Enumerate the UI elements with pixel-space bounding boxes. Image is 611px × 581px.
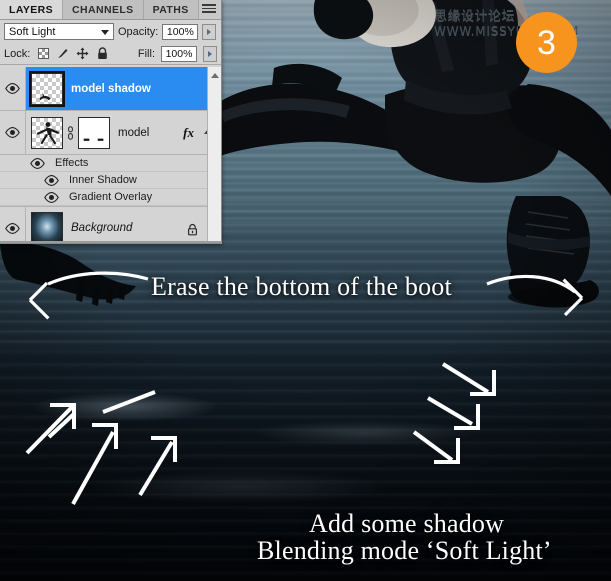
layer-row-background[interactable]: Background bbox=[0, 206, 221, 243]
arrows-down-right bbox=[412, 362, 496, 464]
curved-arrow-left-head bbox=[28, 281, 50, 320]
arrow-down-right-3-shaft bbox=[412, 430, 454, 462]
layer-thumbnail[interactable] bbox=[31, 212, 63, 243]
eye-icon bbox=[5, 222, 20, 234]
panel-menu-icon[interactable] bbox=[202, 4, 216, 16]
layer-row-model[interactable]: model fx bbox=[0, 111, 221, 155]
opacity-label: Opacity: bbox=[118, 25, 159, 38]
eye-icon[interactable] bbox=[30, 157, 45, 169]
layer-row-model-shadow[interactable]: model shadow bbox=[0, 67, 221, 111]
annotation-erase-boot: Erase the bottom of the boot bbox=[151, 272, 452, 301]
annotation-blending-mode: Blending mode ‘Soft Light’ bbox=[257, 536, 552, 565]
fill-stepper[interactable] bbox=[203, 45, 217, 62]
arrow-down-right-2-shaft bbox=[426, 396, 474, 426]
arrow-up-right-3-shaft bbox=[102, 390, 156, 414]
blend-mode-select[interactable]: Soft Light bbox=[4, 23, 114, 40]
padlock-icon bbox=[187, 223, 198, 236]
fill-label: Fill: bbox=[137, 47, 155, 60]
effect-row-gradient-overlay[interactable]: Gradient Overlay bbox=[0, 189, 221, 206]
opacity-stepper[interactable] bbox=[202, 23, 217, 40]
arrows-up-right bbox=[25, 390, 177, 505]
screenshot-stage: Erase the bottom of the boot Add some sh… bbox=[0, 0, 611, 581]
step-number-badge: 3 bbox=[516, 12, 577, 73]
lock-all-icon[interactable] bbox=[96, 47, 109, 60]
layer-visibility-toggle[interactable] bbox=[0, 111, 26, 154]
layer-visibility-toggle[interactable] bbox=[0, 67, 26, 110]
layer-name: Background bbox=[71, 222, 133, 234]
effect-label: Gradient Overlay bbox=[69, 191, 153, 203]
lock-label: Lock: bbox=[4, 47, 31, 60]
layer-list[interactable]: model shadow model fx Effects Inner Shad… bbox=[0, 67, 221, 243]
eye-icon[interactable] bbox=[44, 191, 59, 203]
effects-group-row[interactable]: Effects bbox=[0, 155, 221, 172]
lock-row: Lock: Fill: 100% bbox=[0, 43, 221, 65]
arrow-up-right-1-shaft bbox=[25, 405, 74, 455]
panel-tabbar: LAYERS CHANNELS PATHS bbox=[0, 0, 221, 20]
tab-layers[interactable]: LAYERS bbox=[0, 0, 64, 19]
effect-row-inner-shadow[interactable]: Inner Shadow bbox=[0, 172, 221, 189]
blend-mode-row: Soft Light Opacity: 100% bbox=[0, 20, 221, 43]
chevron-down-icon bbox=[101, 30, 109, 35]
lock-transparent-pixels-icon[interactable] bbox=[38, 48, 50, 59]
effects-group-label: Effects bbox=[55, 157, 89, 169]
effect-label: Inner Shadow bbox=[69, 174, 137, 186]
lock-position-icon[interactable] bbox=[76, 47, 89, 60]
curved-arrow-right-shaft bbox=[486, 274, 576, 294]
scroll-up-arrow-icon[interactable] bbox=[211, 73, 219, 78]
panel-bottom-edge bbox=[0, 241, 222, 243]
eye-icon bbox=[5, 127, 20, 138]
tab-channels[interactable]: CHANNELS bbox=[63, 0, 144, 19]
opacity-input[interactable]: 100% bbox=[162, 23, 199, 40]
vertical-scrollbar[interactable] bbox=[207, 67, 221, 243]
tab-paths[interactable]: PATHS bbox=[143, 0, 199, 19]
layer-effects-badge[interactable]: fx bbox=[183, 125, 194, 141]
layer-name: model shadow bbox=[71, 82, 151, 95]
layer-visibility-toggle[interactable] bbox=[0, 207, 26, 243]
arrow-down-right-1-shaft bbox=[441, 362, 490, 394]
arrow-up-right-2-shaft bbox=[71, 431, 115, 505]
curved-arrow-left-shaft bbox=[47, 271, 149, 286]
layer-name: model bbox=[118, 126, 150, 139]
blend-mode-value: Soft Light bbox=[9, 25, 56, 38]
eye-icon bbox=[5, 83, 20, 94]
watermark-chinese: 思缘设计论坛 bbox=[434, 9, 516, 24]
arrow-up-right-4-shaft bbox=[138, 440, 174, 497]
layer-thumbnail[interactable] bbox=[29, 70, 65, 107]
annotation-add-shadow: Add some shadow bbox=[309, 509, 505, 538]
layer-mask-thumbnail[interactable] bbox=[78, 116, 110, 149]
layer-thumbnail[interactable] bbox=[31, 116, 63, 149]
eye-icon[interactable] bbox=[44, 174, 59, 186]
layers-panel: LAYERS CHANNELS PATHS Soft Light Opacity… bbox=[0, 0, 222, 244]
fill-input[interactable]: 100% bbox=[161, 45, 197, 62]
mask-link-icon[interactable] bbox=[66, 125, 75, 140]
lock-image-pixels-icon[interactable] bbox=[56, 47, 69, 60]
